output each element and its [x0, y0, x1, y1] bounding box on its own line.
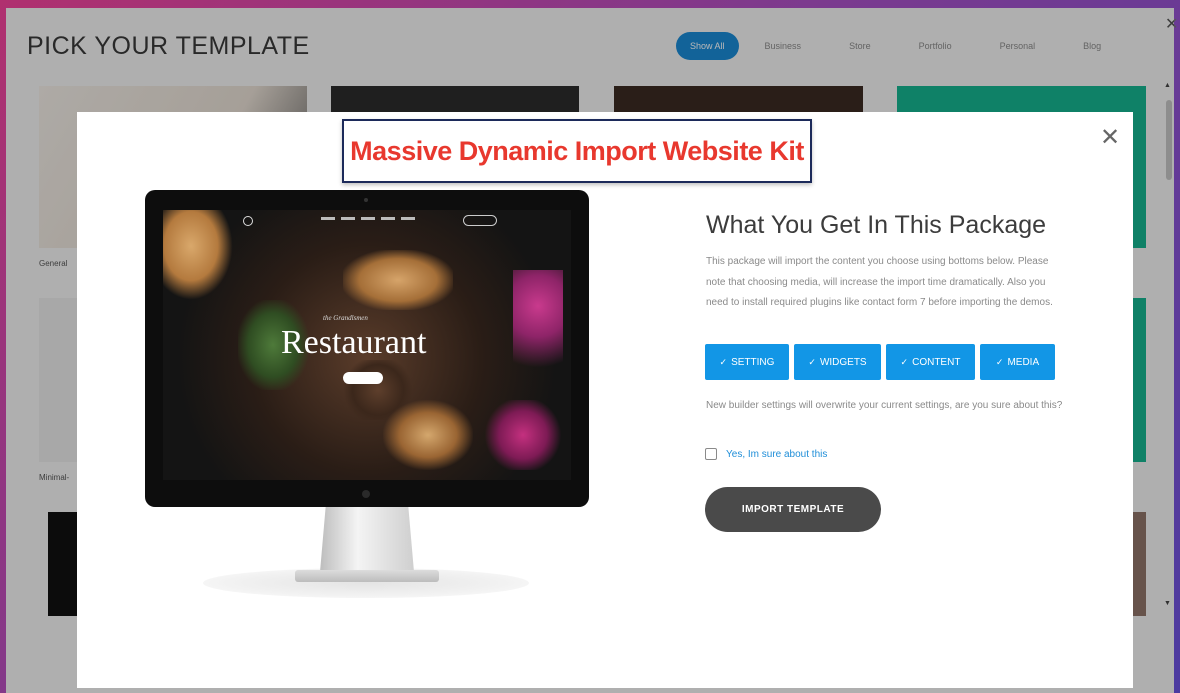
breadsticks-image [163, 210, 233, 300]
option-content-button[interactable]: ✓ CONTENT [886, 344, 975, 380]
preview-logo [243, 216, 253, 226]
confirm-row: Yes, Im sure about this [705, 448, 827, 460]
monitor-frame: the Grandlsmen Restaurant [145, 190, 589, 507]
camera-icon [364, 198, 368, 202]
power-button-icon [362, 490, 370, 498]
import-modal: ✕ Massive Dynamic Import Website Kit the… [77, 112, 1133, 688]
option-label: WIDGETS [819, 356, 867, 368]
preview-nav-links [321, 217, 415, 220]
preview-screen: the Grandlsmen Restaurant [163, 210, 571, 480]
breadsticks-image [383, 400, 473, 470]
import-template-button[interactable]: IMPORT TEMPLATE [705, 487, 881, 532]
kit-title-banner: Massive Dynamic Import Website Kit [342, 119, 812, 183]
option-label: SETTING [731, 356, 775, 368]
import-options: ✓ SETTING ✓ WIDGETS ✓ CONTENT ✓ MEDIA [705, 344, 1055, 380]
flower-image [483, 400, 563, 470]
overwrite-warning: New builder settings will overwrite your… [706, 400, 1063, 411]
check-icon: ✓ [808, 356, 816, 367]
check-icon: ✓ [719, 356, 728, 367]
confirm-label[interactable]: Yes, Im sure about this [726, 449, 827, 460]
template-preview: the Grandlsmen Restaurant [145, 190, 589, 598]
option-widgets-button[interactable]: ✓ WIDGETS [794, 344, 881, 380]
check-icon: ✓ [995, 356, 1004, 367]
preview-nav-button [463, 215, 497, 226]
preview-subtitle: the Grandlsmen [323, 314, 368, 322]
preview-cta-button [343, 372, 383, 384]
monitor-base [295, 570, 439, 582]
package-title: What You Get In This Package [706, 211, 1047, 239]
option-media-button[interactable]: ✓ MEDIA [980, 344, 1055, 380]
monitor-stand [320, 507, 414, 572]
close-icon[interactable]: ✕ [1100, 126, 1120, 150]
check-icon: ✓ [900, 356, 909, 367]
breadsticks-image [343, 250, 453, 310]
package-description: This package will import the content you… [706, 256, 1053, 308]
option-label: MEDIA [1007, 356, 1040, 368]
confirm-checkbox[interactable] [705, 448, 717, 460]
option-label: CONTENT [912, 356, 961, 368]
option-setting-button[interactable]: ✓ SETTING [705, 344, 789, 380]
flower-image [513, 270, 563, 390]
preview-heading: Restaurant [281, 324, 427, 361]
